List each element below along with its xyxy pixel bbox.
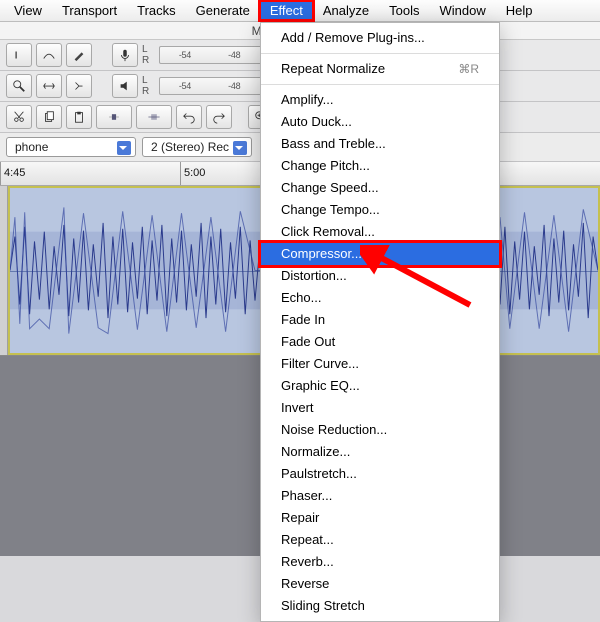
menu-separator <box>261 84 499 85</box>
menu-item[interactable]: Filter Curve... <box>261 353 499 375</box>
meter-tick: -54 <box>179 50 191 60</box>
menu-item[interactable]: Auto Duck... <box>261 111 499 133</box>
silence-icon[interactable] <box>136 105 172 129</box>
menu-item[interactable]: Sliding Stretch <box>261 595 499 617</box>
menu-item-compressor[interactable]: Compressor... <box>261 243 499 265</box>
meter-tick: -48 <box>228 50 240 60</box>
menu-effect[interactable]: Effect <box>260 1 313 20</box>
menu-tracks[interactable]: Tracks <box>127 1 186 20</box>
track-panel[interactable] <box>0 186 8 355</box>
menu-item[interactable]: Paulstretch... <box>261 463 499 485</box>
trim-icon[interactable] <box>96 105 132 129</box>
envelope-tool-icon[interactable] <box>36 43 62 67</box>
menu-item[interactable]: Reverse <box>261 573 499 595</box>
menu-item[interactable]: Noise Reduction... <box>261 419 499 441</box>
channels-select[interactable]: 2 (Stereo) Rec <box>142 137 252 157</box>
menu-item[interactable]: Repeat Normalize⌘R <box>261 58 499 80</box>
menu-item[interactable]: Bass and Treble... <box>261 133 499 155</box>
menu-generate[interactable]: Generate <box>186 1 260 20</box>
meter-tick: -48 <box>228 81 240 91</box>
menu-help[interactable]: Help <box>496 1 543 20</box>
menu-view[interactable]: View <box>4 1 52 20</box>
menu-item[interactable]: Change Tempo... <box>261 199 499 221</box>
menu-item[interactable]: Echo... <box>261 287 499 309</box>
zoom-tool-icon[interactable] <box>6 74 32 98</box>
speaker-icon[interactable] <box>112 74 138 98</box>
cut-icon[interactable] <box>6 105 32 129</box>
output-device-select[interactable]: phone <box>6 137 136 157</box>
copy-icon[interactable] <box>36 105 62 129</box>
menu-item[interactable]: Change Speed... <box>261 177 499 199</box>
paste-icon[interactable] <box>66 105 92 129</box>
menu-item[interactable]: Repair <box>261 507 499 529</box>
menu-item[interactable]: Invert <box>261 397 499 419</box>
selection-tool-icon[interactable]: I <box>6 43 32 67</box>
menu-item[interactable]: Normalize... <box>261 441 499 463</box>
menu-item[interactable]: Repeat... <box>261 529 499 551</box>
menu-window[interactable]: Window <box>429 1 495 20</box>
timeshift-tool-icon[interactable] <box>36 74 62 98</box>
menu-item[interactable]: Fade In <box>261 309 499 331</box>
menu-tools[interactable]: Tools <box>379 1 429 20</box>
menu-item[interactable]: Graphic EQ... <box>261 375 499 397</box>
menu-item[interactable]: Fade Out <box>261 331 499 353</box>
effect-dropdown: Add / Remove Plug-ins... Repeat Normalize… <box>260 22 500 622</box>
menu-analyze[interactable]: Analyze <box>313 1 379 20</box>
menu-item[interactable]: Change Pitch... <box>261 155 499 177</box>
menu-item[interactable]: Click Removal... <box>261 221 499 243</box>
mic-icon[interactable] <box>112 43 138 67</box>
undo-icon[interactable] <box>176 105 202 129</box>
menu-item[interactable]: Add / Remove Plug-ins... <box>261 27 499 49</box>
redo-icon[interactable] <box>206 105 232 129</box>
menu-item[interactable]: Distortion... <box>261 265 499 287</box>
menu-item[interactable]: Amplify... <box>261 89 499 111</box>
multi-tool-icon[interactable] <box>66 74 92 98</box>
menu-item[interactable]: Reverb... <box>261 551 499 573</box>
menu-separator <box>261 53 499 54</box>
menu-transport[interactable]: Transport <box>52 1 127 20</box>
menu-bar: View Transport Tracks Generate Effect An… <box>0 0 600 22</box>
svg-text:I: I <box>15 50 18 62</box>
meter-tick: -54 <box>179 81 191 91</box>
ruler-tick: 4:45 <box>0 162 180 185</box>
menu-item[interactable]: Phaser... <box>261 485 499 507</box>
draw-tool-icon[interactable] <box>66 43 92 67</box>
